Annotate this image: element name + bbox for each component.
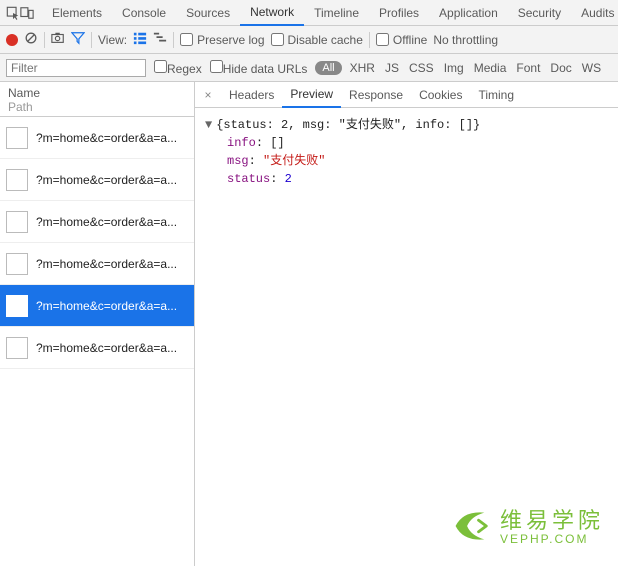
offline-checkbox[interactable]: Offline [376, 33, 427, 47]
filter-type-font[interactable]: Font [516, 61, 540, 75]
expand-icon[interactable]: ▼ [205, 118, 212, 132]
regex-checkbox[interactable]: Regex [154, 60, 202, 76]
preview-row: info: [] [205, 134, 608, 152]
request-name: ?m=home&c=order&a=a... [36, 341, 188, 355]
clear-icon[interactable] [24, 31, 38, 48]
main-tabs: ElementsConsoleSourcesNetworkTimelinePro… [42, 0, 618, 26]
detail-tab-headers[interactable]: Headers [221, 82, 282, 108]
large-rows-icon[interactable] [133, 31, 147, 48]
request-list: Name Path ?m=home&c=order&a=a...?m=home&… [0, 82, 195, 566]
request-item[interactable]: ?m=home&c=order&a=a... [0, 159, 194, 201]
request-item[interactable]: ?m=home&c=order&a=a... [0, 117, 194, 159]
filter-type-js[interactable]: JS [385, 61, 399, 75]
filter-type-doc[interactable]: Doc [550, 61, 571, 75]
tab-console[interactable]: Console [112, 0, 176, 26]
request-thumb [6, 253, 28, 275]
tab-elements[interactable]: Elements [42, 0, 112, 26]
tab-audits[interactable]: Audits [571, 0, 618, 26]
filter-input[interactable] [6, 59, 146, 77]
preview-row: msg: "支付失败" [205, 152, 608, 170]
network-main: Name Path ?m=home&c=order&a=a...?m=home&… [0, 82, 618, 566]
filter-bar: Regex Hide data URLs All XHR JS CSS Img Medi… [0, 54, 618, 82]
detail-tab-cookies[interactable]: Cookies [411, 82, 470, 108]
request-thumb [6, 337, 28, 359]
request-name: ?m=home&c=order&a=a... [36, 173, 188, 187]
tab-security[interactable]: Security [508, 0, 571, 26]
tab-application[interactable]: Application [429, 0, 508, 26]
detail-tabs: × HeadersPreviewResponseCookiesTiming [195, 82, 618, 108]
hide-data-urls-checkbox[interactable]: Hide data URLs [210, 60, 308, 76]
request-name: ?m=home&c=order&a=a... [36, 299, 188, 313]
request-item[interactable]: ?m=home&c=order&a=a... [0, 201, 194, 243]
network-toolbar: View: Preserve log Disable cache Offline… [0, 26, 618, 54]
preview-summary[interactable]: ▼{status: 2, msg: "支付失败", info: []} [205, 116, 608, 134]
devtools-top-bar: ElementsConsoleSourcesNetworkTimelinePro… [0, 0, 618, 26]
detail-tab-response[interactable]: Response [341, 82, 411, 108]
request-item[interactable]: ?m=home&c=order&a=a... [0, 243, 194, 285]
watermark: 维易学院 VEPHP.COM [446, 503, 604, 552]
tab-sources[interactable]: Sources [176, 0, 240, 26]
request-list-header: Name Path [0, 82, 194, 117]
capture-screenshot-icon[interactable] [51, 31, 65, 48]
request-thumb [6, 127, 28, 149]
close-icon[interactable]: × [199, 88, 217, 102]
col-path: Path [8, 100, 40, 114]
filter-type-media[interactable]: Media [474, 61, 507, 75]
disable-cache-checkbox[interactable]: Disable cache [271, 33, 363, 47]
view-label: View: [98, 33, 127, 47]
filter-type-ws[interactable]: WS [582, 61, 601, 75]
request-item[interactable]: ?m=home&c=order&a=a... [0, 327, 194, 369]
col-name: Name [8, 86, 40, 100]
filter-icon[interactable] [71, 31, 85, 48]
preserve-log-checkbox[interactable]: Preserve log [180, 33, 264, 47]
tab-network[interactable]: Network [240, 0, 304, 26]
separator [91, 32, 92, 48]
preview-pane: ▼{status: 2, msg: "支付失败", info: []} info… [195, 108, 618, 196]
filter-type-all[interactable]: All [315, 61, 341, 75]
watermark-en: VEPHP.COM [500, 533, 604, 546]
watermark-cn: 维易学院 [500, 509, 604, 533]
separator [173, 32, 174, 48]
detail-tab-timing[interactable]: Timing [470, 82, 522, 108]
filter-type-xhr[interactable]: XHR [350, 61, 375, 75]
watermark-logo-icon [446, 503, 492, 552]
inspect-element-icon[interactable] [6, 1, 20, 25]
request-thumb [6, 169, 28, 191]
request-item[interactable]: ?m=home&c=order&a=a... [0, 285, 194, 327]
tab-profiles[interactable]: Profiles [369, 0, 429, 26]
separator [44, 32, 45, 48]
request-detail: × HeadersPreviewResponseCookiesTiming ▼{… [195, 82, 618, 566]
request-name: ?m=home&c=order&a=a... [36, 215, 188, 229]
request-items: ?m=home&c=order&a=a... ?m=home&c=order&a=… [0, 117, 194, 566]
request-name: ?m=home&c=order&a=a... [36, 257, 188, 271]
request-name: ?m=home&c=order&a=a... [36, 131, 188, 145]
request-thumb [6, 211, 28, 233]
filter-type-img[interactable]: Img [444, 61, 464, 75]
waterfall-icon[interactable] [153, 31, 167, 48]
record-button[interactable] [6, 34, 18, 46]
filter-type-css[interactable]: CSS [409, 61, 434, 75]
filter-types: XHR JS CSS Img Media Font Doc WS [350, 61, 601, 75]
separator [369, 32, 370, 48]
device-mode-icon[interactable] [20, 1, 34, 25]
preview-row: status: 2 [205, 170, 608, 188]
detail-tab-preview[interactable]: Preview [282, 82, 341, 108]
tab-timeline[interactable]: Timeline [304, 0, 369, 26]
throttling-select[interactable]: No throttling [433, 33, 498, 47]
request-thumb [6, 295, 28, 317]
